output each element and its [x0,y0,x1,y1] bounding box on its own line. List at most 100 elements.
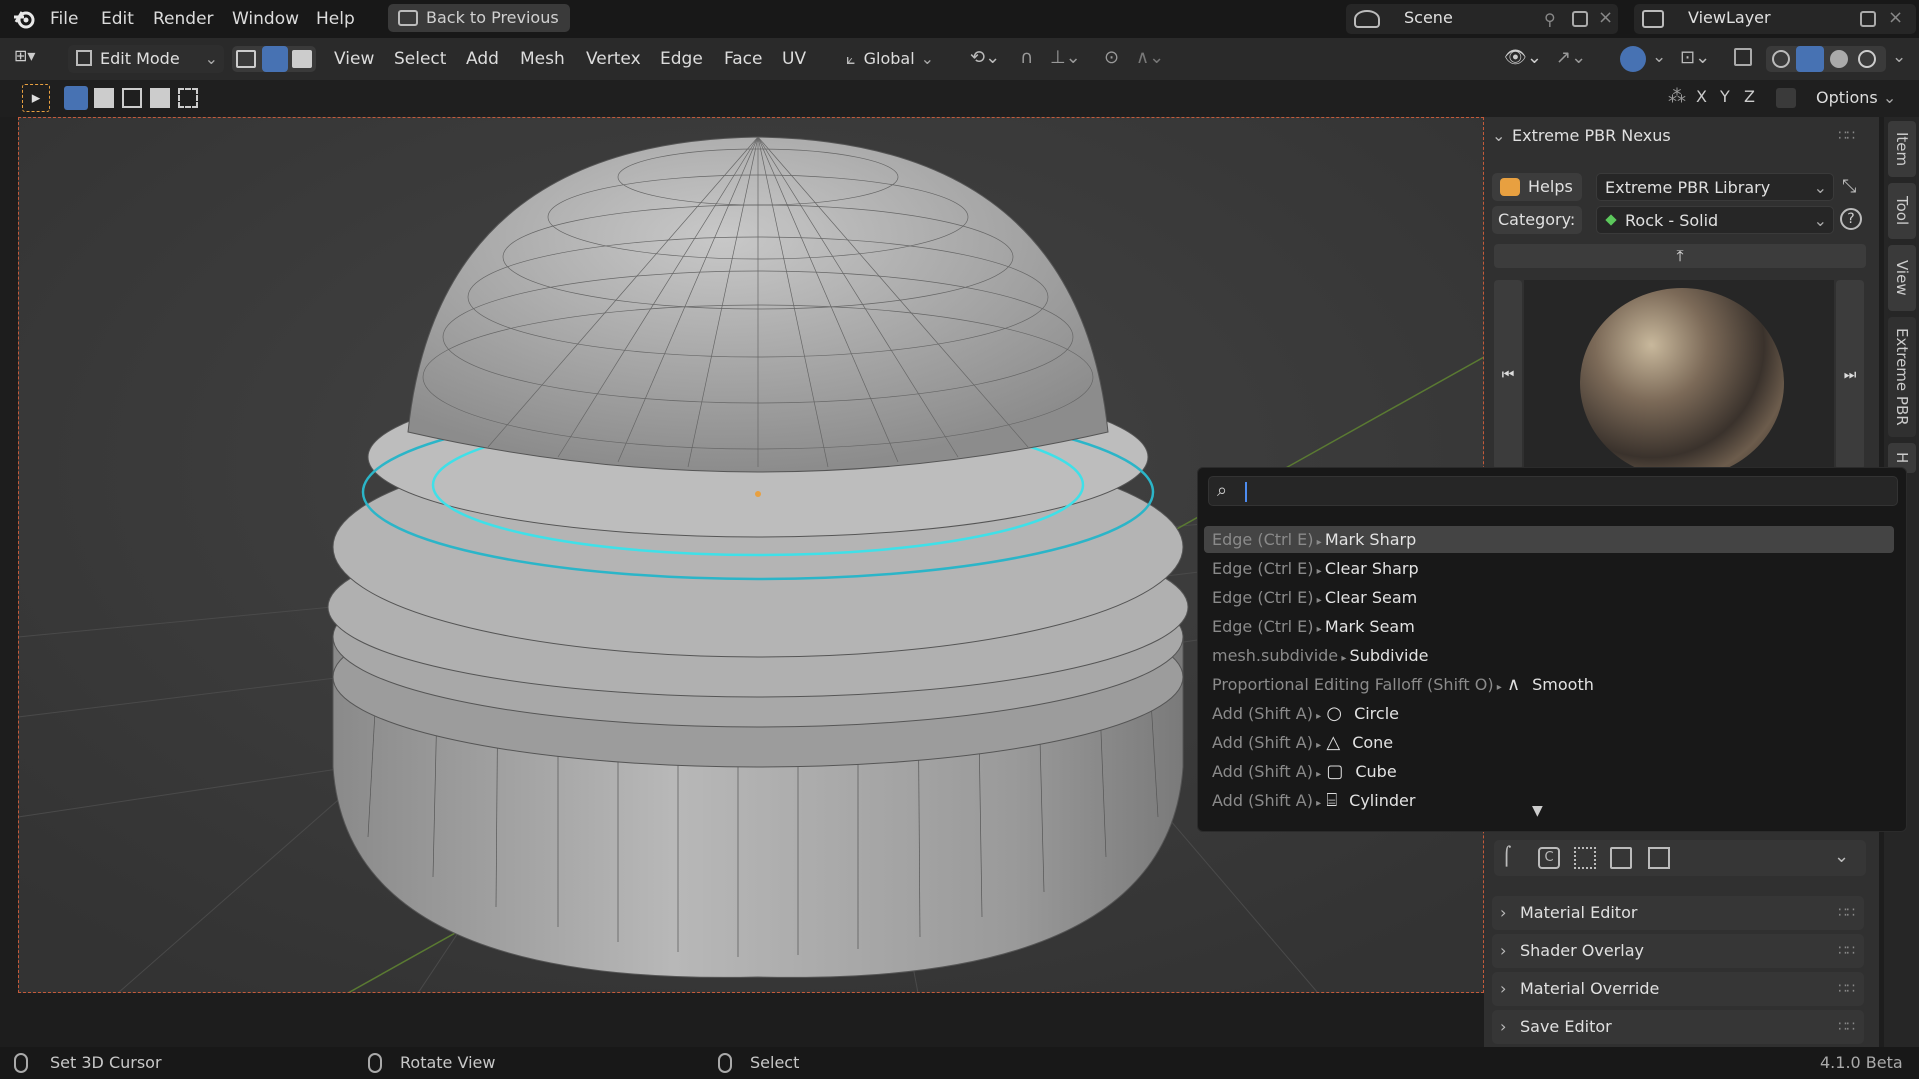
falloff-icon[interactable]: ∧⌄ [1136,47,1164,68]
collapse-preview-button[interactable]: ⤒ [1494,244,1866,268]
select-subtract-icon[interactable] [122,88,142,108]
menu-edit[interactable]: Edit [95,7,140,31]
overlays-dropdown-icon[interactable]: ⌄ [1652,47,1666,67]
select-extend-icon[interactable] [94,88,114,108]
section-material-override[interactable]: › Material Override ∷∷ [1492,972,1864,1006]
expand-chevron-icon[interactable]: ⌄ [1834,846,1849,867]
tab-item[interactable]: Item [1888,121,1916,177]
mesh-edit-overlays-icon[interactable]: ⊡⌄ [1680,47,1710,68]
library-dropdown[interactable]: Extreme PBR Library ⌄ [1596,173,1834,201]
solid-shading-icon[interactable] [1796,46,1824,72]
mirror-icon[interactable]: ⁂ [1668,86,1686,107]
search-result-item[interactable]: Edge (Ctrl E) ▸ Mark Seam [1204,613,1894,640]
search-result-item[interactable]: Add (Shift A) ▸ ▢ Cube [1204,758,1894,785]
grid-icon[interactable] [1574,847,1596,869]
transform-orientation-selector[interactable]: ⟀ Global ⌄ [846,47,958,73]
new-viewlayer-icon[interactable] [1860,11,1876,27]
previous-material-button[interactable]: ⏮ [1494,280,1522,470]
search-result-item[interactable]: Edge (Ctrl E) ▸ Mark Sharp [1204,526,1894,553]
menu-uv[interactable]: UV [776,47,812,71]
menu-file[interactable]: File [44,7,84,31]
options-dropdown[interactable]: Options ⌄ [1816,86,1912,112]
search-result-item[interactable]: Add (Shift A) ▸ ○ Circle [1204,700,1894,727]
helps-button[interactable]: Helps [1492,173,1582,201]
texture-icon[interactable] [1648,847,1670,869]
tab-view[interactable]: View [1888,245,1916,311]
viewlayer-selector[interactable]: ViewLayer × [1634,4,1916,34]
drag-handle-icon[interactable]: ∷∷ [1838,934,1855,968]
overlays-icon[interactable] [1620,46,1646,72]
axis-x-toggle[interactable]: X [1696,87,1707,106]
pivot-point-icon[interactable]: ⟲⌄ [970,47,1000,68]
material-preview[interactable] [1524,280,1834,478]
axis-z-toggle[interactable]: Z [1744,87,1755,106]
tab-extreme-pbr[interactable]: Extreme PBR [1888,317,1916,437]
blender-logo-icon[interactable] [12,8,36,30]
proportional-editing-icon[interactable]: ⊙ [1104,47,1119,68]
drag-handle-icon[interactable]: ∷∷ [1838,972,1855,1006]
search-result-item[interactable]: Proportional Editing Falloff (Shift O) ▸… [1204,671,1894,698]
menu-select[interactable]: Select [388,47,452,71]
search-result-item[interactable]: mesh.subdivide ▸ Subdivide [1204,642,1894,669]
axis-y-toggle[interactable]: Y [1720,87,1730,106]
vertex-select-icon[interactable] [236,50,256,68]
select-new-icon[interactable] [64,86,88,110]
editor-type-button[interactable]: ⊞▾ [14,46,58,72]
rendered-shading-icon[interactable] [1858,50,1876,68]
search-result-item[interactable]: Add (Shift A) ▸ △ Cone [1204,729,1894,756]
curve-icon[interactable]: ⌠ [1502,846,1511,867]
menu-window[interactable]: Window [226,7,305,31]
select-tool-icon[interactable]: ▸ [22,84,50,112]
menu-render[interactable]: Render [147,7,220,31]
close-viewlayer-icon[interactable]: × [1888,7,1903,28]
pin-icon[interactable]: ⚲ [1544,10,1556,29]
tab-tool[interactable]: Tool [1888,183,1916,239]
close-scene-icon[interactable]: × [1598,7,1613,28]
visibility-icon[interactable]: 👁⌄ [1504,47,1542,68]
wireframe-shading-icon[interactable] [1772,50,1790,68]
search-result-item[interactable]: Edge (Ctrl E) ▸ Clear Seam [1204,584,1894,611]
snap-target-icon[interactable]: ⊥⌄ [1050,47,1081,68]
face-select-icon[interactable] [292,50,312,68]
category-dropdown[interactable]: Rock - Solid ⌄ [1596,206,1834,234]
menu-edge[interactable]: Edge [654,47,709,71]
search-result-item[interactable]: Edge (Ctrl E) ▸ Clear Sharp [1204,555,1894,582]
search-field[interactable]: ⌕ [1208,476,1898,506]
panel-header-extreme-pbr[interactable]: ⌄ Extreme PBR Nexus ∷∷ [1492,122,1864,150]
back-to-previous-button[interactable]: Back to Previous [388,4,570,32]
gizmo-icon[interactable]: ↗⌄ [1556,47,1586,68]
edge-select-icon[interactable] [262,46,288,72]
cone-icon: △ [1326,732,1341,753]
menu-mesh[interactable]: Mesh [514,47,571,71]
paste-icon[interactable] [1610,847,1632,869]
section-save-editor[interactable]: › Save Editor ∷∷ [1492,1010,1864,1044]
collapse-arrows-icon[interactable]: ⤡ [1842,176,1856,197]
snap-icon[interactable]: ∩ [1020,47,1033,68]
tool-settings-row: ▸ ⁂ X Y Z Options ⌄ [0,80,1919,117]
menu-help[interactable]: Help [310,7,361,31]
copy-icon[interactable]: C [1538,847,1560,869]
material-shading-icon[interactable] [1830,50,1848,68]
section-shader-overlay[interactable]: › Shader Overlay ∷∷ [1492,934,1864,968]
help-icon[interactable]: ? [1840,208,1862,230]
menu-view[interactable]: View [328,47,380,71]
section-label: Save Editor [1520,1017,1612,1036]
drag-handle-icon[interactable]: ∷∷ [1838,896,1855,930]
menu-face[interactable]: Face [718,47,768,71]
menu-add[interactable]: Add [460,47,505,71]
drag-handle-icon[interactable]: ∷∷ [1838,1010,1855,1044]
auto-merge-icon[interactable] [1776,88,1796,108]
section-material-editor[interactable]: › Material Editor ∷∷ [1492,896,1864,930]
xray-icon[interactable] [1734,48,1752,66]
drag-handle-icon[interactable]: ∷∷ [1838,122,1855,150]
search-result-item[interactable]: Add (Shift A) ▸ ⌸ Cylinder [1204,787,1894,814]
shading-dropdown-icon[interactable]: ⌄ [1892,47,1906,67]
select-intersect-icon[interactable] [178,88,198,108]
next-material-button[interactable]: ⏭ [1836,280,1864,470]
scene-selector[interactable]: Scene ⚲ × [1346,4,1618,34]
new-scene-icon[interactable] [1572,11,1588,27]
select-invert-icon[interactable] [150,88,170,108]
menu-vertex[interactable]: Vertex [580,47,647,71]
scroll-down-icon[interactable]: ▼ [1532,803,1543,819]
mode-selector[interactable]: Edit Mode ⌄ [68,45,224,73]
